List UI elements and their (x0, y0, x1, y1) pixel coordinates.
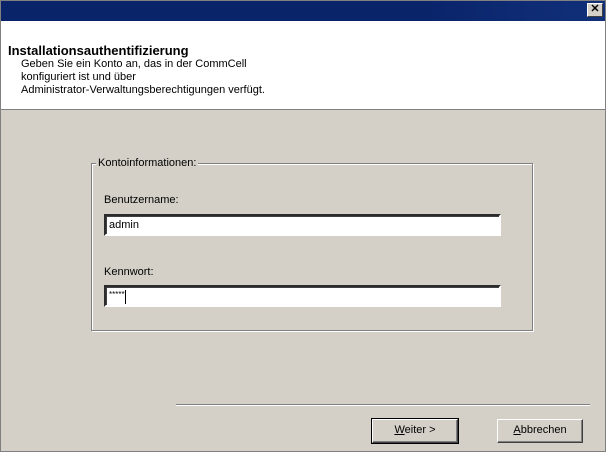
username-value: admin (109, 219, 139, 231)
installation-dialog: ✕ Installationsauthentifizierung Geben S… (0, 0, 606, 452)
password-input[interactable]: ***** (104, 285, 501, 307)
next-button[interactable]: Weiter > (371, 418, 459, 444)
username-label: Benutzername: (104, 194, 179, 206)
password-value: ***** (109, 290, 125, 299)
account-info-legend: Kontoinformationen: (96, 157, 199, 169)
next-mnemonic: W (394, 424, 405, 436)
wizard-header: Installationsauthentifizierung Geben Sie… (1, 21, 605, 110)
cancel-mnemonic: A (513, 424, 521, 436)
page-description: Geben Sie ein Konto an, das in der CommC… (21, 58, 381, 97)
page-title: Installationsauthentifizierung (8, 43, 189, 58)
description-line: konfiguriert ist und über (21, 71, 136, 83)
username-input[interactable]: admin (104, 214, 501, 236)
password-label: Kennwort: (104, 266, 154, 278)
text-cursor (124, 290, 126, 304)
title-bar: ✕ (1, 1, 605, 21)
next-label: eiter > (404, 424, 436, 436)
close-icon: ✕ (590, 3, 600, 15)
account-info-group: Kontoinformationen: Benutzername: admin … (91, 157, 533, 331)
description-line: Administrator-Verwaltungsberechtigungen … (21, 84, 265, 96)
close-button[interactable]: ✕ (587, 3, 603, 17)
button-separator (176, 404, 590, 406)
description-line: Geben Sie ein Konto an, das in der CommC… (21, 58, 247, 70)
cancel-label: bbrechen (520, 424, 567, 436)
cancel-button[interactable]: Abbrechen (497, 419, 583, 443)
